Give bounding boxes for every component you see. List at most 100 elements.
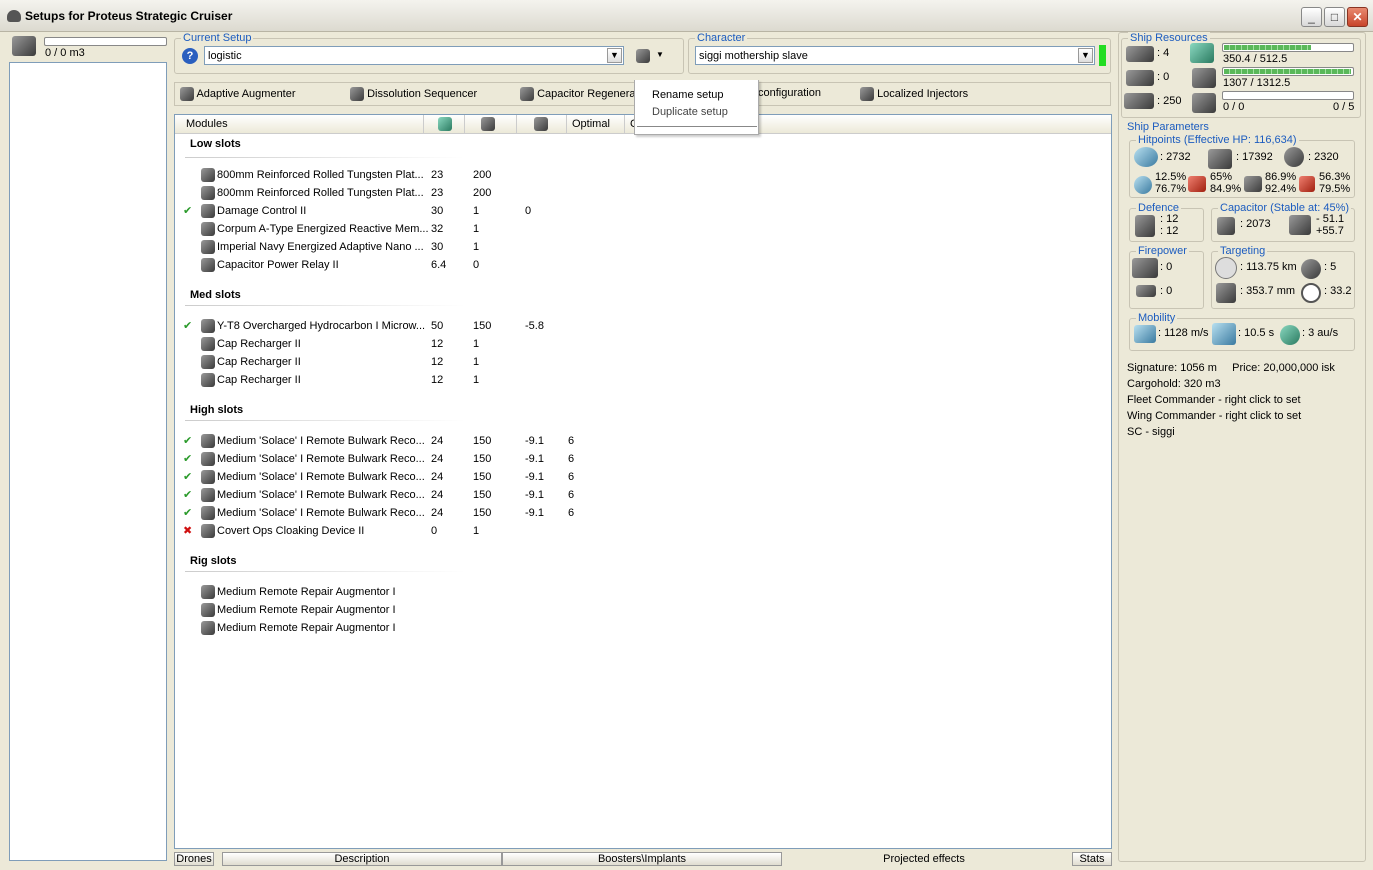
- turret-dps-icon: [1132, 258, 1158, 278]
- module-row[interactable]: Capacitor Power Relay II 6.4 0: [175, 256, 635, 274]
- maximize-button[interactable]: □: [1324, 7, 1345, 27]
- setup-select[interactable]: logistic ▼: [204, 46, 624, 65]
- module-row[interactable]: Medium Remote Repair Augmentor I: [175, 619, 635, 637]
- capacitor-column-header[interactable]: [517, 115, 567, 133]
- subsystem-adaptive-augmenter[interactable]: Adaptive Augmenter: [180, 87, 296, 101]
- max-targets-icon: [1301, 259, 1321, 279]
- active-state-icon[interactable]: ✔: [183, 317, 195, 335]
- character-select[interactable]: siggi mothership slave ▼: [695, 46, 1095, 65]
- section-divider: [185, 305, 465, 306]
- section-divider: [185, 157, 465, 158]
- active-state-icon[interactable]: ✔: [183, 486, 195, 504]
- module-row[interactable]: ✔ Medium 'Solace' I Remote Bulwark Reco..…: [175, 432, 635, 450]
- module-name: Cap Recharger II: [217, 338, 301, 350]
- powergrid-bar-fill: [1224, 69, 1352, 74]
- module-icon: [201, 603, 215, 617]
- chevron-down-icon[interactable]: ▼: [1078, 48, 1093, 63]
- app-icon: [7, 10, 21, 22]
- subsystem-dissolution-sequencer[interactable]: Dissolution Sequencer: [350, 87, 477, 101]
- ship-list[interactable]: [9, 62, 167, 861]
- module-row[interactable]: ✖ Covert Ops Cloaking Device II 0 1: [175, 522, 635, 540]
- module-row[interactable]: ✔ Medium 'Solace' I Remote Bulwark Reco..…: [175, 450, 635, 468]
- tab-description[interactable]: Description: [222, 852, 502, 866]
- structure-icon: [1284, 147, 1304, 167]
- module-row[interactable]: Imperial Navy Energized Adaptive Nano ..…: [175, 238, 635, 256]
- active-state-icon[interactable]: ✔: [183, 432, 195, 450]
- module-cpu: 24: [431, 453, 444, 465]
- close-button[interactable]: ✕: [1347, 7, 1368, 27]
- drone-bay-bar: [1222, 91, 1354, 100]
- module-cpu: 24: [431, 435, 444, 447]
- calibration-icon: [1124, 93, 1154, 109]
- module-name: Imperial Navy Energized Adaptive Nano ..…: [217, 241, 424, 253]
- squad-commander[interactable]: SC - siggi: [1127, 426, 1175, 438]
- tab-projected-effects[interactable]: Projected effects: [782, 852, 1066, 866]
- subsystem-capacitor-regenera[interactable]: Capacitor Regenera: [520, 87, 636, 101]
- explosive-resist-icon: [1299, 176, 1315, 192]
- capacitor-icon: [534, 117, 548, 132]
- character-select-value: siggi mothership slave: [699, 50, 808, 62]
- chevron-down-icon[interactable]: ▼: [607, 48, 622, 63]
- module-icon: [201, 186, 215, 200]
- cargo-bar: [44, 37, 167, 46]
- warp-speed-icon: [1280, 325, 1300, 345]
- powergrid-column-header[interactable]: [465, 115, 517, 133]
- module-cpu: 30: [431, 205, 444, 217]
- module-cpu: 24: [431, 471, 444, 483]
- low-slots-header: Low slots: [190, 138, 241, 150]
- wing-commander[interactable]: Wing Commander - right click to set: [1127, 410, 1301, 422]
- active-state-icon[interactable]: ✔: [183, 450, 195, 468]
- shield-icon: [1134, 147, 1158, 167]
- module-icon: [201, 337, 215, 351]
- ship-parameters-label: Ship Parameters: [1127, 121, 1209, 133]
- subsystem-configuration[interactable]: configuration: [758, 87, 821, 99]
- module-row[interactable]: Medium Remote Repair Augmentor I: [175, 601, 635, 619]
- cargohold: Cargohold: 320 m3: [1127, 378, 1221, 390]
- module-row[interactable]: Medium Remote Repair Augmentor I: [175, 583, 635, 601]
- targeting-range-icon: [1215, 257, 1237, 279]
- subsystem-localized-injectors[interactable]: Localized Injectors: [860, 87, 968, 101]
- offline-state-icon[interactable]: ✖: [183, 522, 195, 540]
- module-icon: [201, 585, 215, 599]
- cpu-icon: [1190, 43, 1214, 63]
- tab-boosters-implants[interactable]: Boosters\Implants: [502, 852, 782, 866]
- menu-item-duplicate-setup[interactable]: Duplicate setup: [637, 106, 757, 126]
- help-icon[interactable]: ?: [182, 48, 198, 64]
- module-row[interactable]: Corpum A-Type Energized Reactive Mem... 3…: [175, 220, 635, 238]
- module-icon: [201, 222, 215, 236]
- turret-hardpoint-icon: [1126, 46, 1154, 62]
- tab-drones[interactable]: Drones: [174, 852, 214, 866]
- active-state-icon[interactable]: ✔: [183, 202, 195, 220]
- module-row[interactable]: Cap Recharger II 12 1: [175, 353, 635, 371]
- scan-resolution-icon: [1216, 283, 1236, 303]
- setup-menu-button[interactable]: ▼: [636, 49, 666, 63]
- module-name: 800mm Reinforced Rolled Tungsten Plat...: [217, 187, 424, 199]
- module-row[interactable]: ✔ Medium 'Solace' I Remote Bulwark Reco..…: [175, 504, 635, 522]
- optimal-column-header[interactable]: Optimal: [567, 115, 625, 133]
- menu-item-rename-setup[interactable]: Rename setup: [637, 84, 757, 104]
- module-row[interactable]: ✔ Medium 'Solace' I Remote Bulwark Reco..…: [175, 486, 635, 504]
- modules-panel[interactable]: Modules Optimal C Low slots 800mm Reinfo…: [174, 114, 1112, 849]
- cpu-column-header[interactable]: [424, 115, 465, 133]
- explosive-resist: 56.3% 79.5%: [1319, 171, 1351, 195]
- missile-dps: : 0: [1160, 285, 1173, 297]
- module-name: Covert Ops Cloaking Device II: [217, 525, 365, 537]
- minimize-button[interactable]: _: [1301, 7, 1322, 27]
- module-row[interactable]: ✔ Medium 'Solace' I Remote Bulwark Reco..…: [175, 468, 635, 486]
- module-row[interactable]: 800mm Reinforced Rolled Tungsten Plat...…: [175, 184, 635, 202]
- fleet-commander[interactable]: Fleet Commander - right click to set: [1127, 394, 1301, 406]
- active-state-icon[interactable]: ✔: [183, 468, 195, 486]
- thermal-resist: 65% 84.9%: [1210, 171, 1242, 195]
- active-state-icon[interactable]: ✔: [183, 504, 195, 522]
- module-cpu: 12: [431, 374, 444, 386]
- modules-column-header[interactable]: Modules: [181, 115, 424, 133]
- module-row[interactable]: Cap Recharger II 12 1: [175, 371, 635, 389]
- module-row[interactable]: ✔ Damage Control II 30 1 0: [175, 202, 635, 220]
- targeting-range: : 113.75 km: [1240, 261, 1297, 273]
- module-name: Damage Control II: [217, 205, 307, 217]
- armor-icon: [1208, 149, 1232, 169]
- module-row[interactable]: Cap Recharger II 12 1: [175, 335, 635, 353]
- module-row[interactable]: 800mm Reinforced Rolled Tungsten Plat...…: [175, 166, 635, 184]
- module-row[interactable]: ✔ Y-T8 Overcharged Hydrocarbon I Microw..…: [175, 317, 635, 335]
- tab-stats[interactable]: Stats: [1072, 852, 1112, 866]
